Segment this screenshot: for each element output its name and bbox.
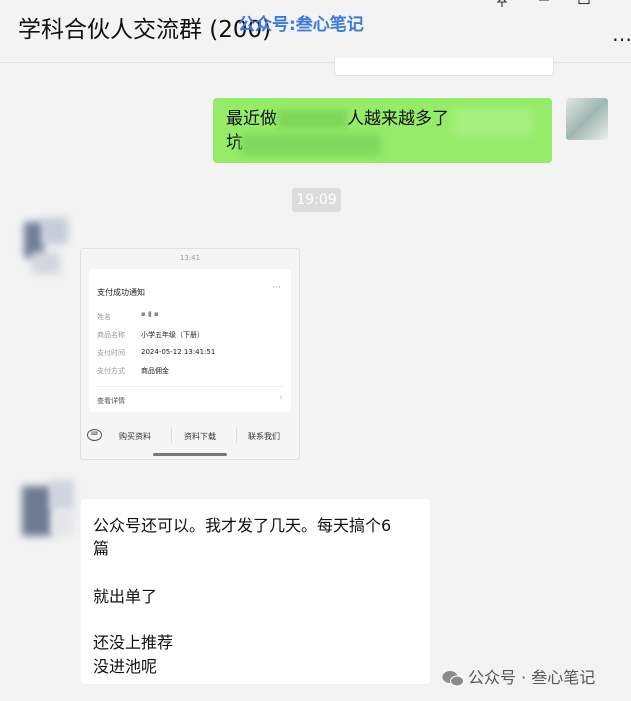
redacted-text-patch xyxy=(241,134,381,156)
row-label: 支付时间 xyxy=(97,349,125,357)
wechat-icon xyxy=(442,670,464,686)
home-indicator xyxy=(153,453,227,456)
message-line: 公众号还可以。我才发了几天。每天搞个6 xyxy=(93,516,392,535)
incoming-message-bubble[interactable]: 公众号还可以。我才发了几天。每天搞个6 篇 就出单了 还没上推荐 没进池呢 xyxy=(81,499,430,684)
row-value: 商品佣金 xyxy=(141,367,169,375)
payment-notification-card: 支付成功通知 ··· 姓名 ▪ ▮ ▪ 商品名称 小学五年级（下册） 支付时间 … xyxy=(89,269,291,412)
timestamp: 19:09 xyxy=(292,188,341,212)
sender-avatar[interactable] xyxy=(24,218,68,274)
row-value: ▪ ▮ ▪ xyxy=(141,310,159,318)
footer-watermark: 公众号 · 叁心笔记 xyxy=(442,664,595,688)
screenshot-menu-bar: ⌨ 购买资料 资料下载 联系我们 xyxy=(81,423,299,447)
message-line: 没进池呢 xyxy=(93,657,158,676)
row-value: 小学五年级（下册） xyxy=(141,331,204,339)
keyboard-icon: ⌨ xyxy=(87,429,102,441)
chevron-right-icon: › xyxy=(279,393,283,403)
redacted-text-patch xyxy=(453,108,533,136)
screenshot-status-time: 13:41 xyxy=(179,254,201,262)
previous-message-card[interactable] xyxy=(334,58,554,76)
menu-item-buy: 购买资料 xyxy=(119,432,151,441)
message-line: 篇 xyxy=(93,539,110,558)
notification-title: 支付成功通知 xyxy=(97,288,145,297)
menu-item-contact: 联系我们 xyxy=(248,432,280,441)
row-label: 商品名称 xyxy=(97,331,125,339)
menu-divider xyxy=(236,427,237,443)
message-line: 就出单了 xyxy=(93,587,158,606)
outgoing-message-bubble[interactable]: 最近做 人越来越多了 坑 xyxy=(213,98,552,163)
menu-item-download: 资料下载 xyxy=(184,432,216,441)
minimize-icon[interactable] xyxy=(538,0,550,9)
divider xyxy=(97,386,285,387)
my-avatar[interactable] xyxy=(566,98,608,140)
row-value: 2024-05-12 13:41:51 xyxy=(141,348,216,356)
menu-divider xyxy=(171,427,172,443)
footer-watermark-text: 公众号 · 叁心笔记 xyxy=(468,668,596,687)
sender-avatar[interactable] xyxy=(22,480,74,540)
view-details-link: 查看详情 xyxy=(97,397,125,405)
row-label: 姓名 xyxy=(97,313,111,321)
message-line: 还没上推荐 xyxy=(93,633,174,652)
title-watermark: 公众号:叁心笔记 xyxy=(238,15,364,35)
outgoing-text-part1: 最近做 xyxy=(226,109,277,129)
payment-screenshot-image[interactable]: 13:41 支付成功通知 ··· 姓名 ▪ ▮ ▪ 商品名称 小学五年级（下册）… xyxy=(80,248,300,460)
title-bar: 学科合伙人交流群 (200) 公众号:叁心笔记 … xyxy=(0,0,631,63)
chat-title: 学科合伙人交流群 (200) xyxy=(18,17,272,43)
notification-more-icon: ··· xyxy=(272,283,281,293)
outgoing-text-part2: 人越来越多了 xyxy=(347,109,449,129)
pin-icon[interactable] xyxy=(496,0,508,12)
row-label: 支付方式 xyxy=(97,367,125,375)
maximize-icon[interactable] xyxy=(578,0,590,9)
redacted-text xyxy=(277,110,347,128)
more-options-icon[interactable]: … xyxy=(612,22,631,46)
